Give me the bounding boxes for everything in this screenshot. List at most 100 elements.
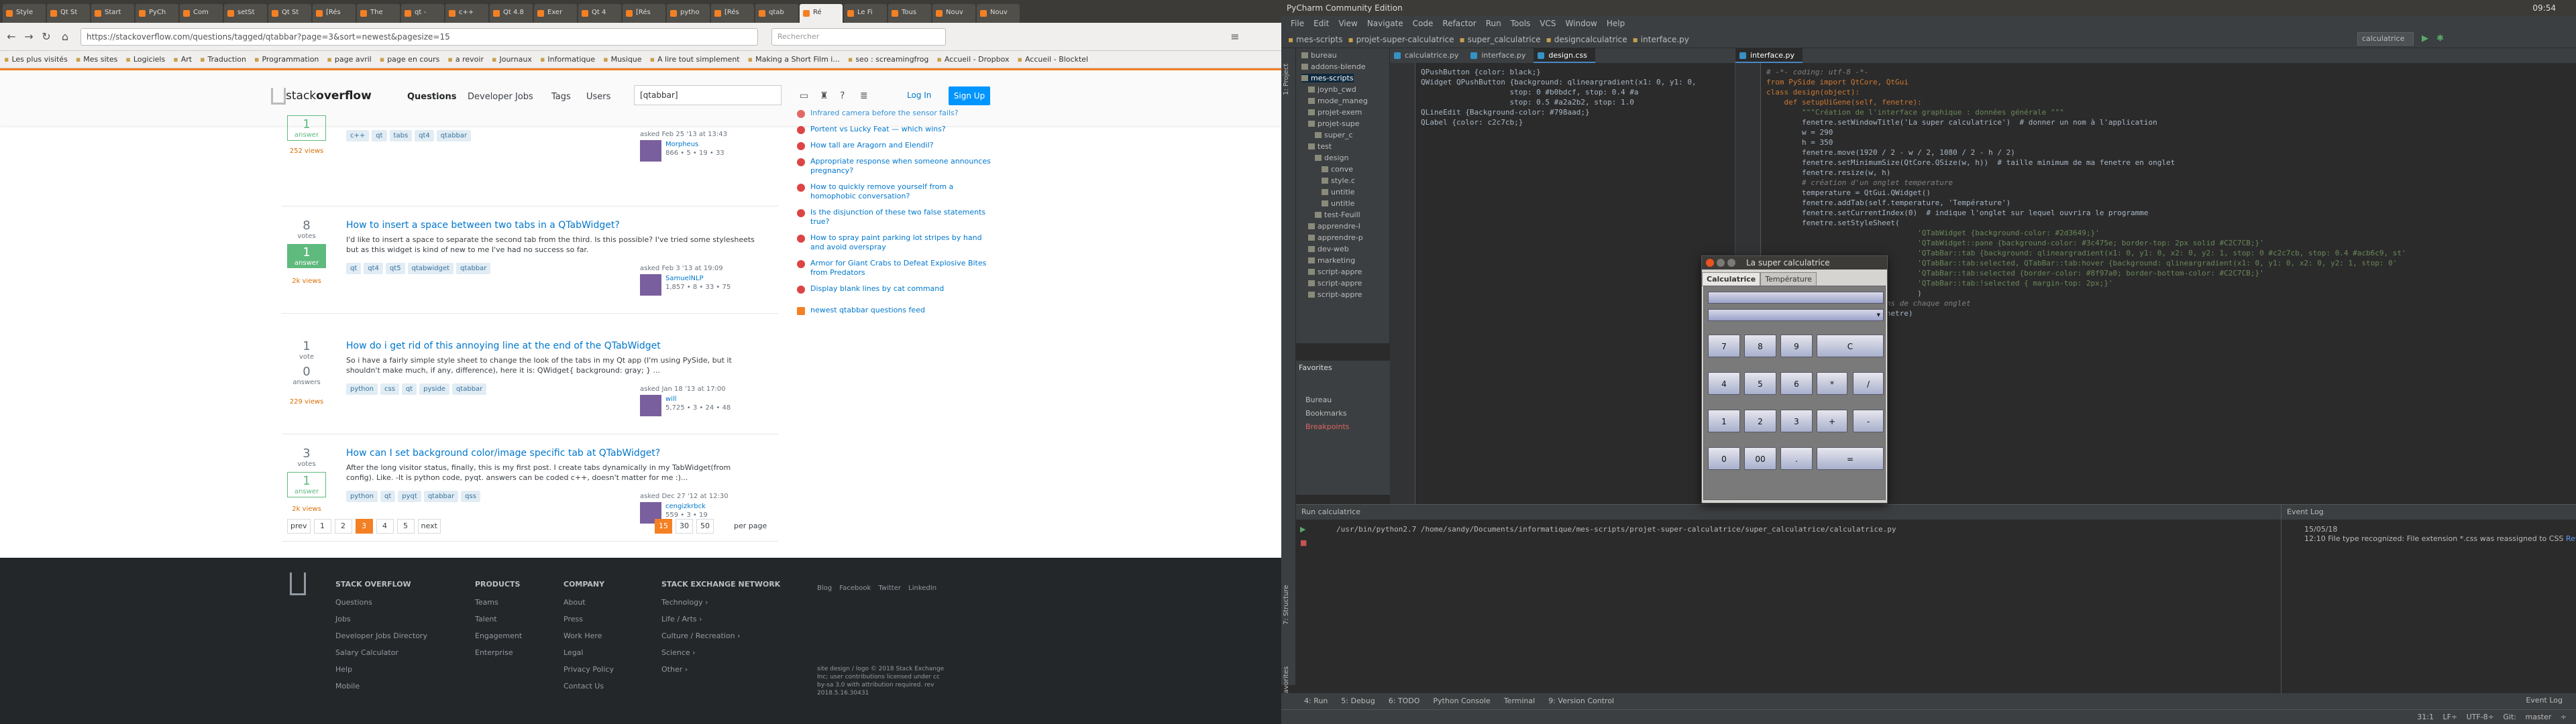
calc-key-button[interactable]: 00: [1744, 447, 1776, 470]
calc-display-input[interactable]: [1708, 292, 1884, 304]
footer-link[interactable]: Developer Jobs Directory: [335, 627, 427, 644]
footer-link[interactable]: About: [564, 594, 614, 611]
tab-calculatrice[interactable]: Calculatrice: [1702, 272, 1761, 286]
sidebar-link[interactable]: How tall are Aragorn and Elendil?: [796, 141, 997, 150]
footer-link[interactable]: Work Here: [564, 627, 614, 644]
editor-tab[interactable]: interface.py: [1466, 48, 1534, 63]
browser-tab[interactable]: c++: [445, 4, 488, 23]
browser-tab[interactable]: Qt 4: [578, 4, 621, 23]
bottom-tab[interactable]: 4: Run: [1304, 697, 1328, 706]
calc-key-button[interactable]: =: [1817, 447, 1884, 470]
menu-item-run[interactable]: Run: [1486, 19, 1501, 28]
back-icon[interactable]: ←: [4, 29, 19, 44]
run-config-select[interactable]: calculatrice: [2357, 32, 2414, 46]
question-title-link[interactable]: How do i get rid of this annoying line a…: [346, 341, 661, 351]
minimize-icon[interactable]: [1717, 259, 1725, 267]
footer-social[interactable]: Blog Facebook Twitter LinkedIn: [817, 585, 936, 592]
help-icon[interactable]: ?: [840, 90, 852, 103]
sidebar-link-partial[interactable]: Infrared camera before the sensor fails?: [796, 109, 997, 118]
browser-tab[interactable]: Start: [91, 4, 134, 23]
rerun-icon[interactable]: ▶: [1300, 525, 1305, 534]
bookmark-item[interactable]: seo : screamingfrog: [848, 55, 928, 64]
bottom-tab[interactable]: 9: Version Control: [1548, 697, 1614, 706]
breadcrumb-item[interactable]: designcalculatrice: [1546, 35, 1627, 44]
browser-tab[interactable]: PyCh: [136, 4, 178, 23]
user-name-link[interactable]: Morpheus: [665, 140, 698, 149]
bookmark-item[interactable]: Logiciels: [125, 55, 165, 64]
calc-key-button[interactable]: +: [1817, 410, 1847, 432]
sidebar-link[interactable]: How to spray paint parking lot stripes b…: [796, 233, 997, 252]
bottom-tab[interactable]: 5: Debug: [1341, 697, 1375, 706]
footer-link[interactable]: Culture / Recreation ›: [661, 627, 780, 644]
fav-item-bookmarks[interactable]: Bookmarks: [1305, 409, 1346, 418]
project-tree-item[interactable]: conve: [1322, 165, 1353, 174]
tag[interactable]: c++: [346, 130, 370, 141]
tag[interactable]: css: [380, 383, 399, 395]
run-config-tab[interactable]: calculatrice: [1318, 507, 1360, 516]
bookmark-item[interactable]: Accueil - Blocktel: [1017, 55, 1088, 64]
menu-item-vcs[interactable]: VCS: [1540, 19, 1556, 28]
footer-link[interactable]: Jobs: [335, 611, 427, 627]
sidebar-link[interactable]: Portent vs Lucky Feat — which wins?: [796, 125, 997, 134]
login-link[interactable]: Log In: [907, 90, 931, 100]
tag[interactable]: qt: [380, 491, 396, 502]
footer-link[interactable]: Other ›: [661, 661, 780, 678]
project-tree-item[interactable]: projet-exem: [1308, 108, 1362, 117]
page-3-button[interactable]: 3: [355, 519, 373, 534]
calc-key-button[interactable]: 1: [1708, 410, 1740, 432]
project-tree-item[interactable]: test-Feuill: [1315, 210, 1360, 219]
project-tree-item[interactable]: script-appre: [1308, 279, 1362, 288]
tag[interactable]: qt: [346, 263, 362, 274]
browser-tab[interactable]: Ré: [800, 4, 843, 23]
page-4-button[interactable]: 4: [376, 519, 394, 534]
tag[interactable]: qt4: [364, 263, 383, 274]
tab-temperature[interactable]: Température: [1760, 272, 1817, 286]
tag[interactable]: qtabbar: [423, 491, 459, 502]
browser-tab[interactable]: Com: [180, 4, 223, 23]
calc-key-button[interactable]: 6: [1780, 372, 1813, 395]
project-tree-item[interactable]: bureau: [1301, 51, 1337, 60]
calc-key-button[interactable]: 7: [1708, 335, 1740, 357]
editor1-code[interactable]: QPushButton {color: black;} QWidget QPush…: [1421, 67, 1697, 127]
tag[interactable]: pyside: [419, 383, 449, 395]
browser-tab[interactable]: qtab: [755, 4, 798, 23]
achievements-icon[interactable]: ♜: [820, 90, 832, 103]
footer-link[interactable]: Talent: [475, 611, 522, 627]
project-tree-item[interactable]: script-appre: [1308, 267, 1362, 276]
bookmark-item[interactable]: Making a Short Film i...: [748, 55, 840, 64]
project-tree-item[interactable]: test: [1308, 142, 1332, 151]
footer-link[interactable]: Help: [335, 661, 427, 678]
bottom-tab[interactable]: Python Console: [1433, 697, 1490, 706]
bookmark-item[interactable]: Art: [173, 55, 192, 64]
footer-link[interactable]: Enterprise: [475, 644, 522, 661]
calc-key-button[interactable]: *: [1817, 372, 1847, 395]
menu-item-edit[interactable]: Edit: [1313, 19, 1329, 28]
menu-item-help[interactable]: Help: [1607, 19, 1625, 28]
debug-icon[interactable]: ✱: [2436, 34, 2444, 44]
sidebar-link[interactable]: Display blank lines by cat command: [796, 284, 997, 294]
bookmark-item[interactable]: Mes sites: [76, 55, 117, 64]
bookmark-item[interactable]: a revoir: [447, 55, 484, 64]
site-switcher-icon[interactable]: ≣: [860, 90, 872, 103]
browser-tab[interactable]: pytho: [667, 4, 710, 23]
browser-tab[interactable]: Nouv: [977, 4, 1020, 23]
url-bar[interactable]: https://stackoverflow.com/questions/tagg…: [80, 28, 758, 46]
next-button[interactable]: next: [417, 519, 441, 534]
prev-button[interactable]: prev: [287, 519, 311, 534]
fav-item-breakpoints[interactable]: Breakpoints: [1305, 422, 1350, 431]
pagesize-15-button[interactable]: 15: [655, 519, 672, 534]
bookmark-item[interactable]: Accueil - Dropbox: [936, 55, 1010, 64]
browser-tab[interactable]: Nouv: [932, 4, 975, 23]
calc-key-button[interactable]: /: [1853, 372, 1884, 395]
browser-tab[interactable]: setSt: [224, 4, 267, 23]
avatar[interactable]: [640, 395, 661, 416]
tag[interactable]: qtabbar: [451, 383, 487, 395]
bookmark-item[interactable]: page en cours: [380, 55, 439, 64]
browser-tab[interactable]: Exer: [534, 4, 577, 23]
browser-tab[interactable]: [Rés: [623, 4, 665, 23]
footer-link[interactable]: Life / Arts ›: [661, 611, 780, 627]
breadcrumb-item[interactable]: interface.py: [1633, 35, 1689, 44]
bookmark-item[interactable]: Informatique: [540, 55, 595, 64]
footer-link[interactable]: Science ›: [661, 644, 780, 661]
breadcrumb-item[interactable]: mes-scripts: [1288, 35, 1342, 44]
